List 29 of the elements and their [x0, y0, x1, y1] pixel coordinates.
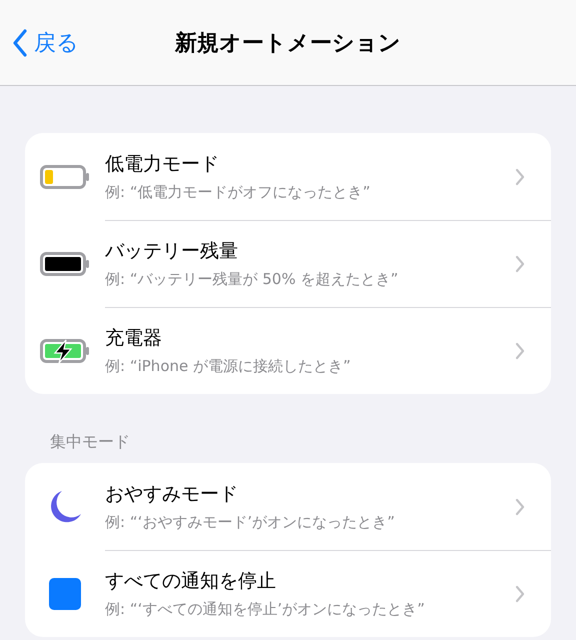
trigger-row[interactable]: 低電力モード 例: “低電力モードがオフになったとき”	[25, 133, 551, 220]
section-header: 集中モード	[50, 432, 130, 451]
row-title: すべての通知を停止	[105, 569, 277, 594]
low-battery-icon	[40, 164, 90, 188]
chevron-right-icon	[515, 584, 525, 602]
chevron-left-icon	[12, 28, 28, 56]
back-button[interactable]: 戻る	[0, 28, 79, 58]
row-title: おやすみモード	[105, 482, 239, 507]
row-title: 充電器	[105, 326, 163, 351]
row-title: 低電力モード	[105, 152, 220, 177]
moon-icon	[48, 490, 82, 524]
charging-battery-icon	[40, 338, 90, 362]
page-title: 新規オートメーション	[175, 30, 401, 56]
chevron-right-icon	[515, 342, 525, 360]
full-battery-icon	[40, 252, 90, 276]
row-example: 例: “低電力モードがオフになったとき”	[105, 183, 372, 202]
trigger-row[interactable]: おやすみモード 例: “‘おやすみモード’がオンになったとき”	[25, 463, 551, 550]
trigger-row[interactable]: 充電器 例: “iPhone が電源に接続したとき”	[25, 307, 551, 394]
row-example: 例: “‘おやすみモード’がオンになったとき”	[105, 513, 396, 532]
chevron-right-icon	[515, 498, 525, 516]
square-icon	[49, 578, 81, 610]
row-example: 例: “iPhone が電源に接続したとき”	[105, 357, 352, 376]
row-example: 例: “‘すべての通知を停止’がオンになったとき”	[105, 600, 426, 619]
trigger-row[interactable]: すべての通知を停止 例: “‘すべての通知を停止’がオンになったとき”	[25, 550, 551, 637]
row-title: バッテリー残量	[105, 239, 239, 264]
chevron-right-icon	[515, 254, 525, 272]
trigger-row[interactable]: バッテリー残量 例: “バッテリー残量が 50% を超えたとき”	[25, 220, 551, 307]
row-example: 例: “バッテリー残量が 50% を超えたとき”	[105, 270, 400, 289]
chevron-right-icon	[515, 168, 525, 186]
